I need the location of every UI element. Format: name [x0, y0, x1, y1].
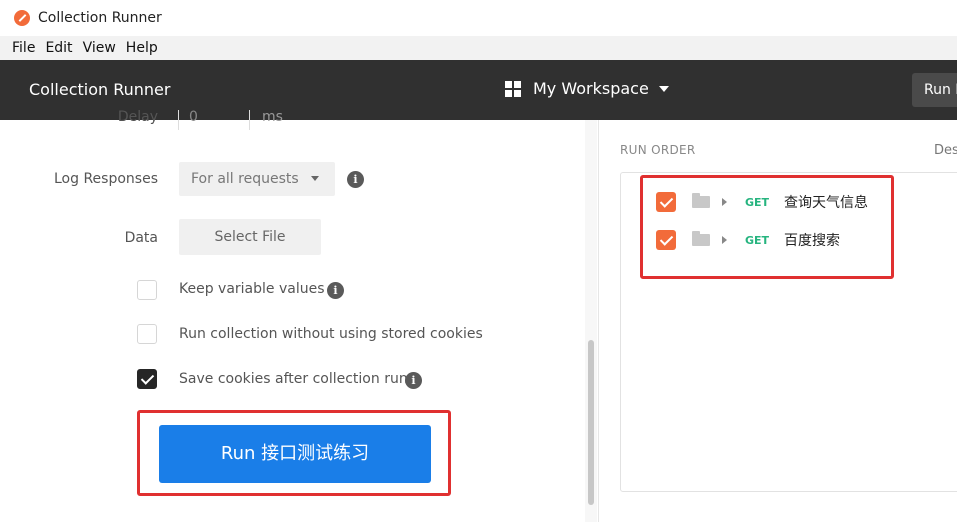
caret-down-icon [658, 85, 669, 92]
header-run-button[interactable]: Run I [912, 73, 957, 107]
menu-help[interactable]: Help [126, 40, 158, 56]
description-column-label: Des [934, 143, 957, 158]
expand-arrow-icon[interactable] [722, 198, 727, 206]
caret-down-icon [311, 176, 319, 181]
request-checkbox[interactable] [656, 192, 676, 212]
window-titlebar: Collection Runner [0, 0, 957, 36]
log-responses-select[interactable]: For all requests [179, 162, 335, 196]
folder-icon [692, 231, 710, 246]
no-stored-cookies-label: Run collection without using stored cook… [179, 326, 483, 342]
menu-bar: File Edit View Help [0, 36, 957, 60]
request-checkbox[interactable] [656, 230, 676, 250]
request-name: 查询天气信息 [784, 195, 869, 211]
delay-label: Delay [117, 110, 158, 125]
window-title: Collection Runner [38, 10, 162, 26]
run-settings-panel: Delay 0 ms Log Responses For all request… [0, 110, 598, 522]
select-file-button[interactable]: Select File [179, 219, 321, 255]
save-cookies-checkbox[interactable] [137, 369, 157, 389]
workspace-name: My Workspace [533, 79, 649, 98]
workspace-switcher[interactable]: My Workspace [505, 79, 669, 98]
workspace-grid-icon [505, 80, 521, 97]
postman-logo-icon [14, 10, 30, 26]
menu-file[interactable]: File [12, 40, 35, 56]
request-method: GET [745, 233, 770, 247]
info-icon[interactable]: i [347, 171, 364, 188]
menu-view[interactable]: View [83, 40, 116, 56]
request-item[interactable]: GET 查询天气信息 [656, 191, 868, 213]
scrollbar-thumb[interactable] [588, 340, 594, 505]
delay-input[interactable]: 0 [178, 110, 250, 130]
save-cookies-label: Save cookies after collection run [179, 371, 408, 387]
request-method: GET [745, 195, 770, 209]
data-label: Data [124, 230, 158, 246]
folder-icon [692, 193, 710, 208]
log-responses-label: Log Responses [54, 171, 158, 187]
run-order-title: RUN ORDER [620, 143, 696, 157]
request-name: 百度搜索 [784, 233, 841, 249]
info-icon[interactable]: i [405, 372, 422, 389]
info-icon[interactable]: i [327, 282, 344, 299]
app-title: Collection Runner [29, 80, 171, 99]
run-collection-button[interactable]: Run 接口测试练习 [159, 425, 431, 483]
no-stored-cookies-checkbox[interactable] [137, 324, 157, 344]
keep-variable-values-checkbox[interactable] [137, 280, 157, 300]
delay-unit: ms [262, 110, 283, 125]
log-responses-value: For all requests [191, 171, 299, 187]
delay-row: Delay 0 ms [0, 110, 598, 130]
panel-divider [598, 120, 599, 522]
keep-variable-values-label: Keep variable values [179, 281, 325, 297]
request-item[interactable]: GET 百度搜索 [656, 229, 840, 251]
menu-edit[interactable]: Edit [45, 40, 72, 56]
expand-arrow-icon[interactable] [722, 236, 727, 244]
